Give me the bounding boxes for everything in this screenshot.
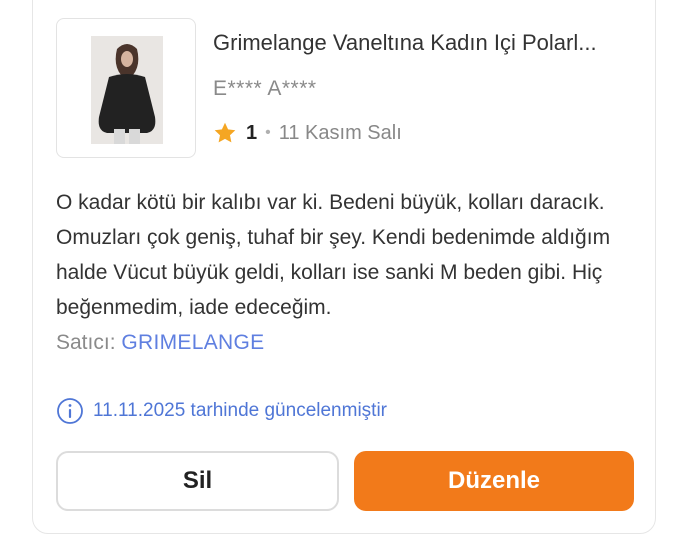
seller-label: Satıcı: (56, 331, 116, 354)
update-notice: 11.11.2025 tarhinde güncelenmiştir (56, 397, 387, 425)
product-image[interactable] (56, 18, 196, 158)
comment-line: O kadar kötü bir kalıbı var ki. Bedeni b… (56, 191, 605, 214)
separator-dot: • (265, 124, 271, 141)
edit-button[interactable]: Düzenle (354, 451, 634, 511)
product-title[interactable]: Grimelange Vaneltına Kadın Içi Polarl... (213, 30, 597, 56)
review-comment: O kadar kötü bir kalıbı var ki. Bedeni b… (56, 185, 690, 325)
update-text: 11.11.2025 tarhinde güncelenmiştir (93, 400, 387, 421)
comment-line: beğenmedim, iade edeceğim. (56, 296, 332, 319)
edit-button-label: Düzenle (447, 467, 540, 494)
review-meta: 1 • 11 Kasım Salı (213, 121, 402, 145)
star-icon (214, 122, 236, 143)
seller-info: Satıcı: GRIMELANGE (56, 331, 264, 355)
rating-value: 1 (246, 121, 258, 144)
review-date: 11 Kasım Salı (278, 121, 402, 144)
comment-line: halde Vücut büyük geldi, kolları ise san… (56, 261, 603, 284)
info-icon (57, 398, 83, 424)
reviewer-name: E**** A**** (213, 77, 317, 100)
delete-button-label: Sil (182, 467, 213, 494)
seller-link[interactable]: GRIMELANGE (121, 331, 264, 354)
delete-button[interactable]: Sil (56, 451, 339, 511)
comment-line: Omuzları çok geniş, tuhaf bir şey. Kendi… (56, 226, 611, 249)
